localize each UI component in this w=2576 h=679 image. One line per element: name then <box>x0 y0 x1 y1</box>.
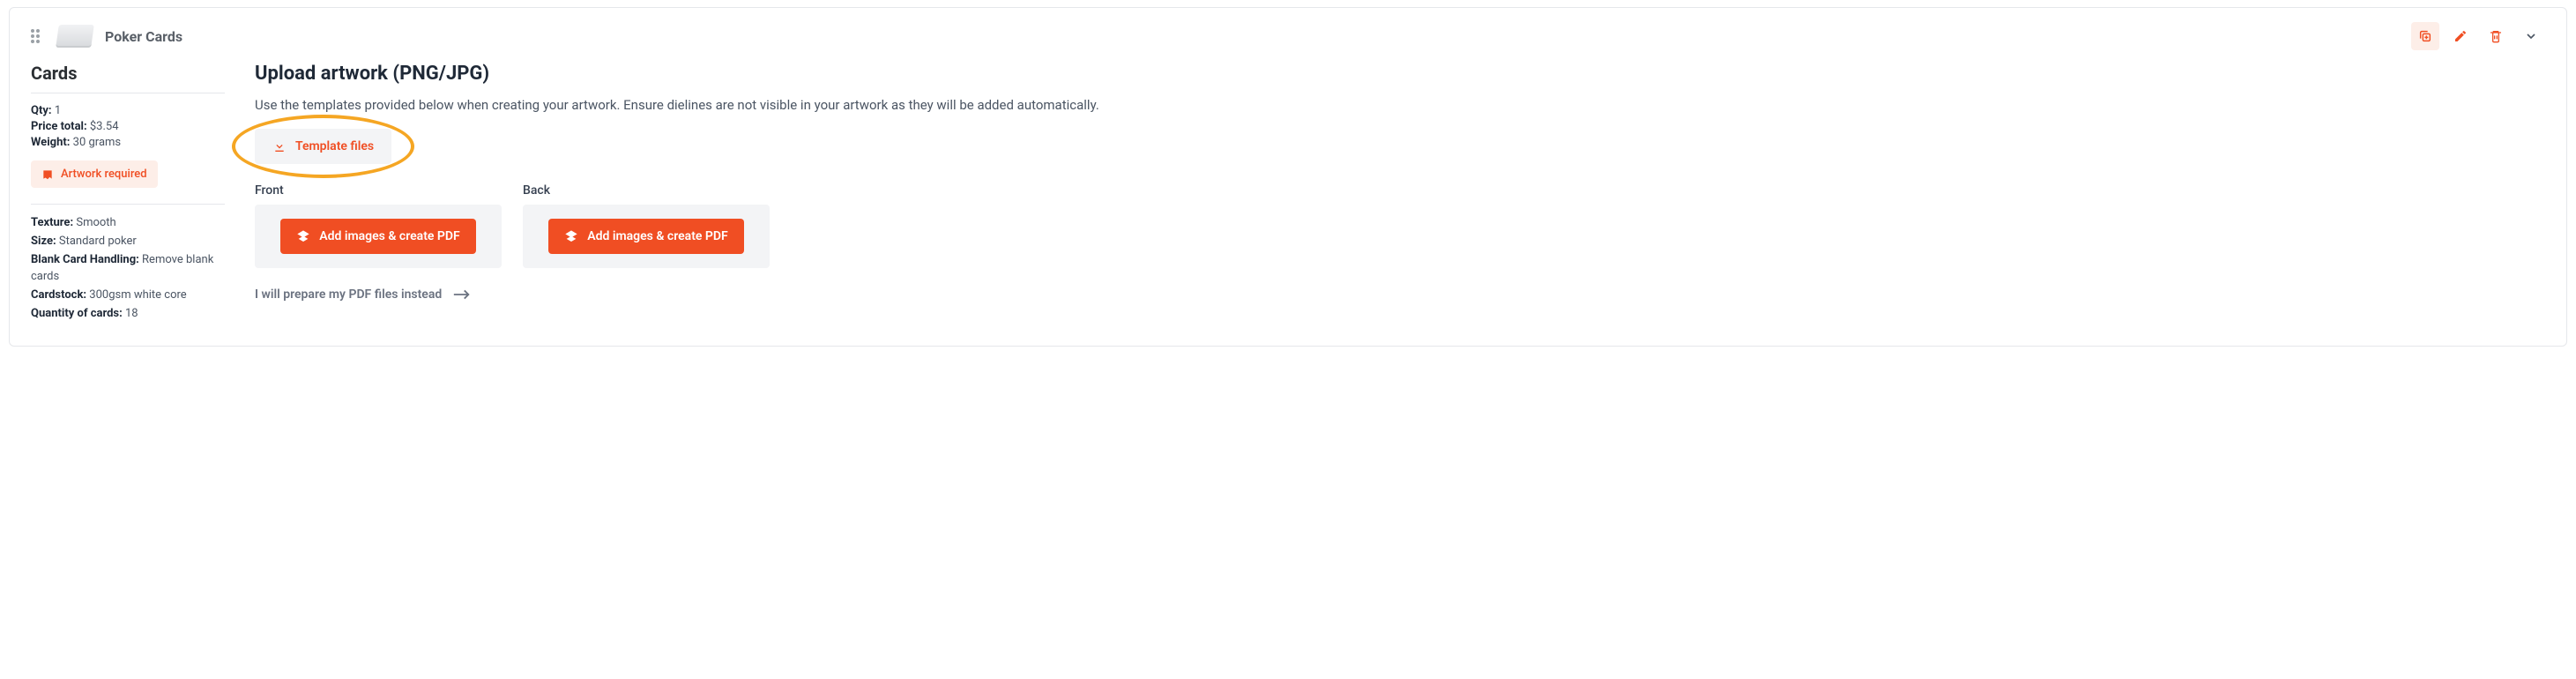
layers-icon <box>564 229 578 243</box>
panel-header: Poker Cards <box>31 22 2545 50</box>
add-images-front-button[interactable]: Add images & create PDF <box>280 219 475 254</box>
artwork-status-label: Artwork required <box>61 168 147 181</box>
panel-header-actions <box>2411 22 2545 50</box>
spec-size: Size: Standard poker <box>31 234 225 250</box>
back-label: Back <box>523 183 770 198</box>
trash-icon <box>2489 29 2503 43</box>
weight-line: Weight: 30 grams <box>31 136 225 149</box>
back-dropzone[interactable]: Add images & create PDF <box>523 205 770 268</box>
artwork-status-pill[interactable]: Artwork required <box>31 160 158 188</box>
template-files-button[interactable]: Template files <box>255 129 391 164</box>
spec-blank: Blank Card Handling: Remove blank cards <box>31 252 225 284</box>
product-panel: Poker Cards Cards Qty: 1 Price total: $3… <box>9 7 2567 347</box>
add-images-back-button[interactable]: Add images & create PDF <box>548 219 743 254</box>
sidebar: Cards Qty: 1 Price total: $3.54 Weight: … <box>31 63 225 325</box>
edit-button[interactable] <box>2446 22 2475 50</box>
collapse-toggle[interactable] <box>2517 22 2545 50</box>
drag-handle-icon[interactable] <box>31 29 45 43</box>
spec-texture: Texture: Smooth <box>31 215 225 231</box>
add-images-back-label: Add images & create PDF <box>587 229 727 243</box>
panel-header-left: Poker Cards <box>31 25 182 48</box>
add-images-front-label: Add images & create PDF <box>319 229 459 243</box>
upload-row: Front Add images & create PDF Back Add i… <box>255 183 2545 268</box>
template-files-label: Template files <box>295 139 374 153</box>
panel-body: Cards Qty: 1 Price total: $3.54 Weight: … <box>31 63 2545 325</box>
duplicate-button[interactable] <box>2411 22 2439 50</box>
delete-button[interactable] <box>2482 22 2510 50</box>
duplicate-icon <box>2418 29 2432 43</box>
qty-line: Qty: 1 <box>31 104 225 117</box>
upload-col-back: Back Add images & create PDF <box>523 183 770 268</box>
chevron-down-icon <box>2524 29 2538 43</box>
prepare-pdf-label: I will prepare my PDF files instead <box>255 287 442 302</box>
main-content: Upload artwork (PNG/JPG) Use the templat… <box>255 63 2545 325</box>
front-label: Front <box>255 183 502 198</box>
main-description: Use the templates provided below when cr… <box>255 97 1136 113</box>
product-thumbnail <box>56 25 94 48</box>
artwork-icon <box>41 168 54 181</box>
front-dropzone[interactable]: Add images & create PDF <box>255 205 502 268</box>
price-line: Price total: $3.54 <box>31 120 225 133</box>
upload-col-front: Front Add images & create PDF <box>255 183 502 268</box>
layers-icon <box>296 229 310 243</box>
sidebar-heading: Cards <box>31 63 225 84</box>
prepare-pdf-link[interactable]: I will prepare my PDF files instead <box>255 287 472 302</box>
arrow-right-icon <box>452 288 472 301</box>
main-heading: Upload artwork (PNG/JPG) <box>255 63 2545 85</box>
pencil-icon <box>2453 29 2468 43</box>
product-title: Poker Cards <box>105 28 182 45</box>
divider <box>31 204 225 205</box>
spec-cardstock: Cardstock: 300gsm white core <box>31 287 225 303</box>
spec-qtycards: Quantity of cards: 18 <box>31 306 225 322</box>
download-icon <box>272 139 287 153</box>
